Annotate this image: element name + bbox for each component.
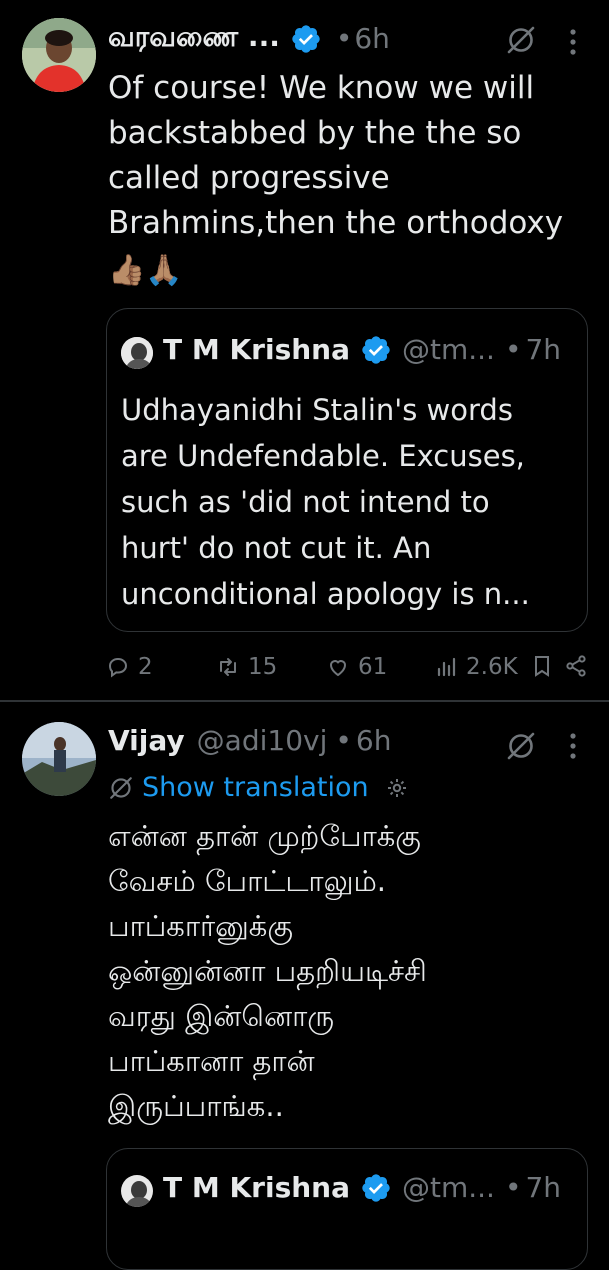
display-name[interactable]: Vijay	[108, 724, 185, 757]
share-button[interactable]	[564, 654, 588, 678]
more-options-icon[interactable]	[567, 28, 579, 56]
quote-handle: @tm...	[402, 1171, 495, 1204]
handle[interactable]: @adi10vj	[197, 724, 328, 757]
heart-icon	[329, 660, 347, 677]
quote-handle: @tm...	[402, 333, 495, 366]
tweet-header: வரவணை ... • 6h	[108, 20, 390, 57]
verified-badge-icon	[362, 1173, 390, 1202]
grok-icon[interactable]	[505, 730, 537, 762]
tweet-text: என்ன தான் முற்போக்கு வேசம் போட்டாலும். ப…	[108, 819, 427, 1123]
analytics-icon	[437, 657, 456, 677]
tweet-emoji: 👍🏽🙏🏽	[108, 253, 183, 288]
repost-button[interactable]: 15	[216, 654, 277, 680]
tweet-header: Vijay @adi10vj • 6h	[108, 724, 392, 757]
tweet-text: Of course! We know we will backstabbed b…	[108, 70, 564, 241]
reply-count: 2	[138, 654, 153, 680]
like-count: 61	[358, 654, 388, 680]
tweet[interactable]: Vijay @adi10vj • 6h Show translation என்…	[0, 702, 609, 1270]
quote-text: Udhayanidhi Stalin's words are Undefenda…	[121, 393, 530, 611]
repost-count: 15	[248, 654, 278, 680]
share-icon	[566, 655, 586, 677]
quoted-tweet[interactable]: T M Krishna @tm... • 7h Udhayanidhi Stal…	[106, 308, 588, 632]
grok-icon	[110, 776, 132, 799]
avatar[interactable]	[22, 18, 96, 92]
like-button[interactable]: 61	[326, 654, 387, 680]
quote-display-name: T M Krishna	[163, 1171, 350, 1204]
quote-timestamp: 7h	[525, 1171, 562, 1204]
reply-button[interactable]: 2	[106, 654, 153, 680]
quote-display-name: T M Krishna	[163, 333, 350, 366]
reply-icon	[108, 657, 128, 678]
repost-icon	[220, 658, 236, 676]
show-translation-label: Show translation	[142, 772, 369, 803]
quote-avatar	[121, 337, 153, 369]
avatar[interactable]	[22, 722, 96, 796]
tweet[interactable]: வரவணை ... • 6h Of course! We know we wil…	[0, 0, 609, 700]
quote-timestamp: 7h	[525, 333, 562, 366]
verified-badge-icon	[362, 335, 390, 364]
display-name[interactable]: வரவணை ...	[108, 20, 280, 57]
quote-avatar	[121, 1175, 153, 1207]
views-button[interactable]: 2.6K	[434, 654, 518, 680]
verified-badge-icon	[292, 24, 320, 53]
timestamp[interactable]: 6h	[354, 22, 390, 55]
bookmark-button[interactable]	[530, 654, 554, 678]
gear-icon[interactable]	[385, 776, 409, 800]
grok-icon[interactable]	[505, 24, 537, 56]
quote-header: T M Krishna @tm... • 7h	[163, 1171, 562, 1204]
quoted-tweet[interactable]: T M Krishna @tm... • 7h	[106, 1148, 588, 1270]
show-translation-link[interactable]: Show translation	[108, 772, 409, 803]
quote-header: T M Krishna @tm... • 7h	[163, 333, 562, 366]
more-options-icon[interactable]	[567, 732, 579, 760]
view-count: 2.6K	[466, 654, 518, 680]
bookmark-icon	[535, 656, 549, 677]
timestamp[interactable]: 6h	[356, 724, 392, 757]
